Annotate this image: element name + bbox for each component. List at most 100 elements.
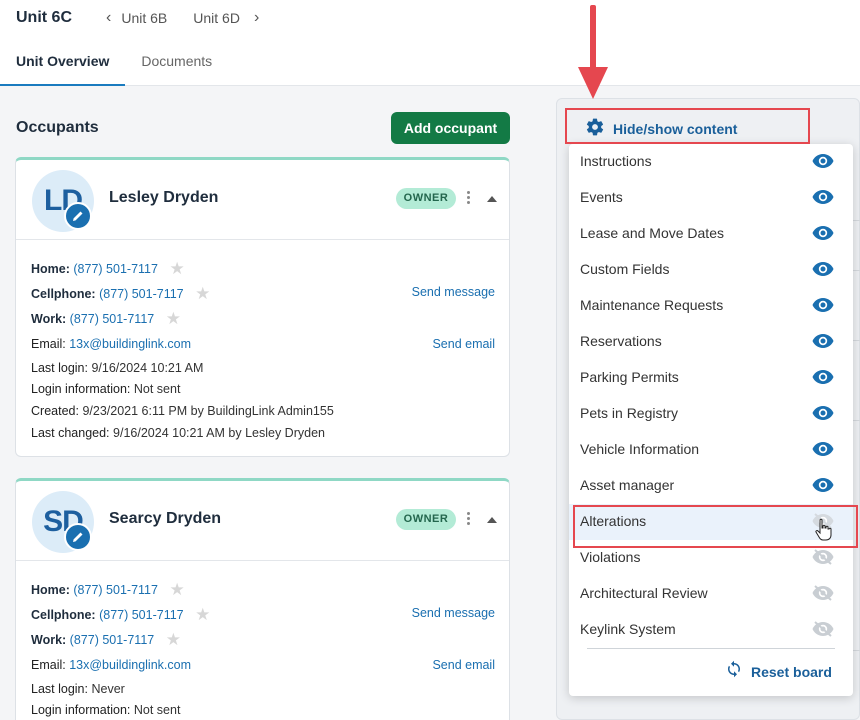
eye-off-icon[interactable] [812,549,834,570]
created-label: Created: [31,404,79,418]
occupant-card: LD Lesley Dryden OWNER Home: (877) 501-7… [15,157,510,457]
reset-board-label: Reset board [751,663,832,680]
dropdown-item-parking-permits[interactable]: Parking Permits [569,360,853,396]
eye-icon[interactable] [812,225,834,246]
dropdown-item-instructions[interactable]: Instructions [569,144,853,180]
star-icon[interactable]: ★ [195,605,210,624]
red-arrow-icon [578,5,608,104]
prev-unit-link[interactable]: Unit 6B [121,10,167,26]
star-icon[interactable]: ★ [166,309,181,328]
hide-show-content-button[interactable]: Hide/show content [572,114,812,144]
panel-edge [853,270,860,271]
dropdown-item-label: Events [580,189,623,205]
send-email-link[interactable]: Send email [432,337,495,351]
last-login-row: Last login: Never [31,682,125,696]
work-phone-link[interactable]: (877) 501-7117 [70,312,155,326]
dropdown-item-label: Lease and Move Dates [580,225,724,241]
star-icon[interactable]: ★ [166,630,181,649]
next-unit-link[interactable]: Unit 6D [193,10,240,26]
home-phone-row: Home: (877) 501-7117 ★ [31,579,185,599]
dropdown-item-label: Vehicle Information [580,441,700,457]
edit-icon[interactable] [64,202,92,230]
eye-icon[interactable] [812,189,834,210]
dropdown-item-pets-in-registry[interactable]: Pets in Registry [569,396,853,432]
eye-icon[interactable] [812,333,834,354]
send-email-link[interactable]: Send email [432,658,495,672]
email-label: Email: [31,337,66,351]
last-login-label: Last login: [31,682,88,696]
eye-off-icon[interactable] [812,585,834,606]
last-login-row: Last login: 9/16/2024 10:21 AM [31,361,203,375]
created-value: 9/23/2021 6:11 PM by BuildingLink Admin1… [82,404,334,418]
eye-icon[interactable] [812,297,834,318]
unit-navigation: Unit 6C ‹ Unit 6B Unit 6D › [16,8,259,28]
email-row: Email: 13x@buildinglink.com [31,658,191,672]
kebab-icon[interactable] [463,189,473,209]
send-message-link[interactable]: Send message [412,285,495,299]
dropdown-item-lease-and-move-dates[interactable]: Lease and Move Dates [569,216,853,252]
email-link[interactable]: 13x@buildinglink.com [69,337,191,351]
add-occupant-button[interactable]: Add occupant [391,112,510,144]
login-info-value: Not sent [133,703,181,717]
dropdown-item-label: Architectural Review [580,585,708,601]
login-info-label: Login information: [31,703,131,717]
eye-icon[interactable] [812,477,834,498]
cellphone-label: Cellphone: [31,608,96,622]
panel-edge [853,340,860,341]
cellphone-row: Cellphone: (877) 501-7117 ★ [31,604,210,624]
tab-unit-overview[interactable]: Unit Overview [0,44,126,86]
dropdown-item-maintenance-requests[interactable]: Maintenance Requests [569,288,853,324]
home-phone-link[interactable]: (877) 501-7117 [73,583,158,597]
eye-icon[interactable] [812,153,834,174]
last-login-label: Last login: [31,361,88,375]
hide-show-dropdown: Instructions Events Lease and Move Dates… [569,144,853,696]
dropdown-item-vehicle-information[interactable]: Vehicle Information [569,432,853,468]
work-label: Work: [31,312,67,326]
chevron-right-icon[interactable]: › [254,9,259,27]
dropdown-item-alterations[interactable]: Alterations [569,504,853,540]
star-icon[interactable]: ★ [169,259,184,278]
dropdown-item-label: Custom Fields [580,261,670,277]
cellphone-link[interactable]: (877) 501-7117 [99,287,184,301]
dropdown-item-asset-manager[interactable]: Asset manager [569,468,853,504]
dropdown-item-violations[interactable]: Violations [569,540,853,576]
chevron-left-icon[interactable]: ‹ [106,9,111,27]
dropdown-item-architectural-review[interactable]: Architectural Review [569,576,853,612]
dropdown-item-keylink-system[interactable]: Keylink System [569,612,853,648]
cellphone-label: Cellphone: [31,287,96,301]
occupant-name[interactable]: Lesley Dryden [109,189,218,207]
cellphone-link[interactable]: (877) 501-7117 [99,608,184,622]
caret-up-icon[interactable] [487,196,497,202]
tab-documents[interactable]: Documents [125,44,228,86]
eye-icon[interactable] [812,405,834,426]
occupant-name[interactable]: Searcy Dryden [109,510,221,528]
work-phone-link[interactable]: (877) 501-7117 [70,633,155,647]
star-icon[interactable]: ★ [169,580,184,599]
dropdown-item-events[interactable]: Events [569,180,853,216]
eye-icon[interactable] [812,369,834,390]
kebab-icon[interactable] [463,510,473,530]
email-label: Email: [31,658,66,672]
dropdown-divider [587,648,835,649]
dropdown-item-custom-fields[interactable]: Custom Fields [569,252,853,288]
dropdown-item-label: Pets in Registry [580,405,679,421]
refresh-icon [725,660,743,683]
send-message-link[interactable]: Send message [412,606,495,620]
eye-off-icon[interactable] [812,621,834,642]
home-phone-link[interactable]: (877) 501-7117 [73,262,158,276]
dropdown-item-reservations[interactable]: Reservations [569,324,853,360]
edit-icon[interactable] [64,523,92,551]
eye-icon[interactable] [812,261,834,282]
reset-board-button[interactable]: Reset board [725,660,832,683]
last-login-value: Never [91,682,125,696]
top-bar: Unit 6C ‹ Unit 6B Unit 6D › Unit Overvie… [0,0,860,86]
cellphone-row: Cellphone: (877) 501-7117 ★ [31,283,210,303]
star-icon[interactable]: ★ [195,284,210,303]
unit-title: Unit 6C [16,9,72,26]
occupants-header: Occupants Add occupant [16,112,510,144]
eye-icon[interactable] [812,441,834,462]
email-link[interactable]: 13x@buildinglink.com [69,658,191,672]
work-phone-row: Work: (877) 501-7117 ★ [31,308,181,328]
panel-edge [853,220,860,221]
caret-up-icon[interactable] [487,517,497,523]
